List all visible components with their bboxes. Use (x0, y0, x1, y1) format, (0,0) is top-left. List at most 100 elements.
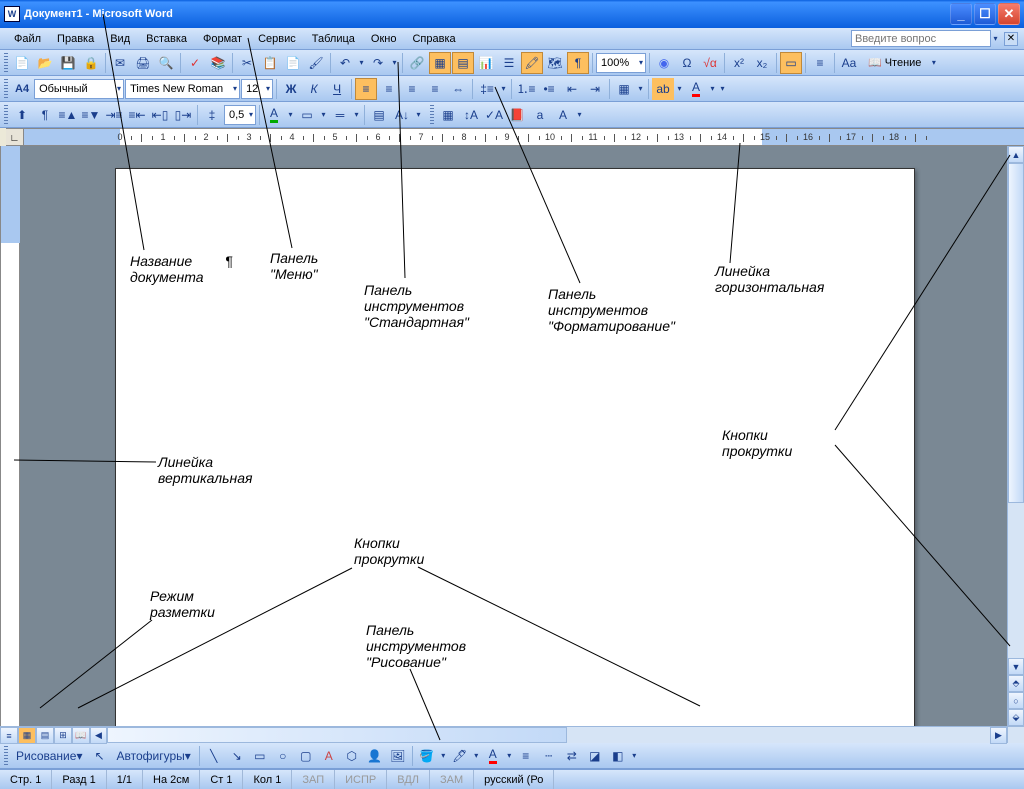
vertical-scrollbar[interactable]: ▲ ▼ ⬘ ○ ⬙ (1007, 146, 1024, 726)
redo-button[interactable]: ↷ (367, 52, 389, 74)
borders-dropdown[interactable] (636, 78, 645, 100)
horizontal-scrollbar[interactable] (107, 727, 990, 743)
autoshapes-menu[interactable]: Автофигуры ▾ (111, 745, 195, 767)
select-objects-button[interactable]: ↖ (88, 745, 110, 767)
format-painter-button[interactable]: 🖌 (305, 52, 327, 74)
first-line-button[interactable]: ⇥≡ (103, 104, 125, 126)
save-button[interactable]: 💾 (57, 52, 79, 74)
shadow-button[interactable]: ◪ (584, 745, 606, 767)
undo-button[interactable]: ↶ (334, 52, 356, 74)
outline-view-button[interactable]: ⊞ (54, 727, 72, 744)
status-ext[interactable]: ВДЛ (387, 770, 430, 789)
read-mode-button[interactable]: 📖 Чтение (861, 52, 928, 74)
style-combo[interactable]: Обычный (34, 79, 124, 99)
text-effects-button[interactable]: ▤ (368, 104, 390, 126)
subscript-button[interactable]: x₂ (751, 52, 773, 74)
toolbar-overflow[interactable] (718, 78, 727, 100)
excel-button[interactable]: 📊 (475, 52, 497, 74)
linecolor-dropdown[interactable] (472, 745, 481, 767)
toolbar-handle[interactable] (4, 53, 8, 73)
dashstyle-button[interactable]: ┄ (538, 745, 560, 767)
italic-button[interactable]: К (303, 78, 325, 100)
char-shading-button[interactable]: a (529, 104, 551, 126)
3d-button[interactable]: ◧ (607, 745, 629, 767)
next-page-button[interactable]: ⬙ (1008, 709, 1024, 726)
oval-button[interactable]: ○ (272, 745, 294, 767)
line-spacing-dropdown[interactable] (499, 78, 508, 100)
outline-promote-button[interactable]: ⬆ (11, 104, 33, 126)
web-view-button[interactable]: ▤ (36, 727, 54, 744)
border-weight-dropdown[interactable] (352, 104, 361, 126)
linespace-combo[interactable]: 0,5 (224, 105, 256, 125)
fillcolor-button[interactable]: 🪣 (416, 745, 438, 767)
menu-view[interactable]: Вид (102, 31, 138, 47)
spell-button[interactable]: ✓ (184, 52, 206, 74)
toolbar-overflow[interactable] (575, 104, 584, 126)
drawing-button[interactable]: 🖍 (521, 52, 543, 74)
tables-borders-button[interactable]: ▦ (429, 52, 451, 74)
maximize-button[interactable]: ☐ (974, 3, 996, 25)
align-right-button[interactable]: ≡ (401, 78, 423, 100)
superscript-button[interactable]: x² (728, 52, 750, 74)
open-button[interactable]: 📂 (34, 52, 56, 74)
highlight-2-button[interactable]: ▭ (780, 52, 802, 74)
char-border-button[interactable]: A (552, 104, 574, 126)
toolbar-overflow[interactable] (929, 52, 938, 74)
fillcolor-dropdown[interactable] (439, 745, 448, 767)
ruler-vertical[interactable] (0, 146, 20, 726)
menu-insert[interactable]: Вставка (138, 31, 195, 47)
distribute-button[interactable]: ⇔ (447, 78, 469, 100)
align-center-button[interactable]: ≡ (378, 78, 400, 100)
toolbar-overflow[interactable] (414, 104, 423, 126)
drawing-canvas-button[interactable]: ▦ (437, 104, 459, 126)
browse-button[interactable]: ○ (1008, 692, 1024, 709)
read-view-button[interactable]: 📖 (72, 727, 90, 744)
preview-button[interactable]: 🔍 (155, 52, 177, 74)
textbox-button[interactable]: ▢ (295, 745, 317, 767)
autotext-button[interactable]: ≡ (809, 52, 831, 74)
redo-dropdown[interactable] (390, 52, 399, 74)
bold-button[interactable]: Ж (280, 78, 302, 100)
draw-menu[interactable]: Рисование ▾ (11, 745, 87, 767)
left-indent-button[interactable]: ⇤▯ (149, 104, 171, 126)
doc-close-button[interactable]: ✕ (1004, 32, 1018, 46)
border-weight-button[interactable]: ═ (329, 104, 351, 126)
diagram-button[interactable]: ⬡ (341, 745, 363, 767)
menu-tools[interactable]: Сервис (250, 31, 304, 47)
document-area[interactable] (20, 146, 1007, 726)
permissions-button[interactable]: 🔒 (80, 52, 102, 74)
menu-window[interactable]: Окно (363, 31, 405, 47)
toolbar-handle[interactable] (430, 105, 434, 125)
print-button[interactable]: 🖨 (132, 52, 154, 74)
mail-button[interactable]: ✉ (109, 52, 131, 74)
clipart-button[interactable]: 👤 (364, 745, 386, 767)
scroll-down-button[interactable]: ▼ (1008, 658, 1024, 675)
font-combo[interactable]: Times New Roman (125, 79, 240, 99)
status-ovr[interactable]: ЗАМ (430, 770, 474, 789)
page[interactable] (115, 168, 915, 726)
linecolor-button[interactable]: 🖊 (449, 745, 471, 767)
arrowstyle-button[interactable]: ⇄ (561, 745, 583, 767)
research-button[interactable]: 📚 (207, 52, 229, 74)
spacing-before-button[interactable]: ≡▲ (57, 104, 79, 126)
spacing-after-button[interactable]: ≡▼ (80, 104, 102, 126)
arrow-button[interactable]: ↘ (226, 745, 248, 767)
toolbar-overflow[interactable] (630, 745, 639, 767)
changecase-button[interactable]: Aa (838, 52, 860, 74)
toolbar-handle[interactable] (4, 105, 8, 125)
menu-format[interactable]: Формат (195, 31, 250, 47)
right-indent-button[interactable]: ▯⇥ (172, 104, 194, 126)
wordart-button[interactable]: A (318, 745, 340, 767)
menu-file[interactable]: Файл (6, 31, 49, 47)
align-left-button[interactable]: ≡ (355, 78, 377, 100)
border-style-button[interactable]: ▭ (296, 104, 318, 126)
fontcolor-draw-button[interactable]: A (482, 745, 504, 767)
para-spacing-button[interactable]: ¶ (34, 104, 56, 126)
toolbar-handle[interactable] (4, 746, 8, 766)
zoom-combo[interactable]: 100% (596, 53, 646, 73)
copy-button[interactable]: 📋 (259, 52, 281, 74)
outdent-button[interactable]: ⇤ (561, 78, 583, 100)
hyperlink-button[interactable]: 🔗 (406, 52, 428, 74)
shading-dropdown[interactable] (286, 104, 295, 126)
minimize-button[interactable]: _ (950, 3, 972, 25)
